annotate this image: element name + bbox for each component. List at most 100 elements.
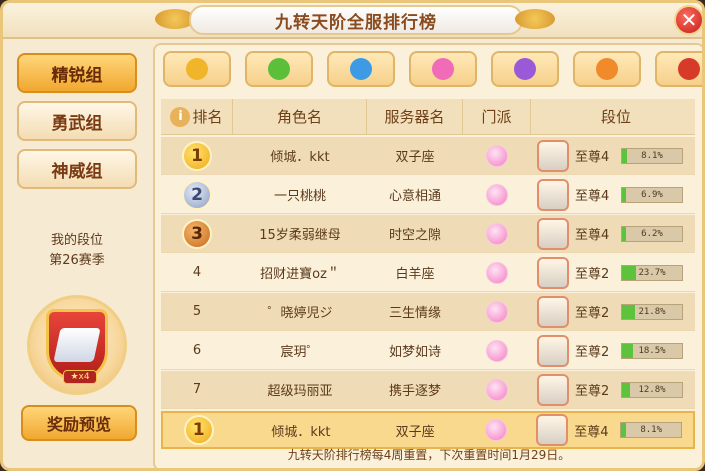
tier-progress-bar: 18.5% [621, 342, 683, 359]
sect-orb-icon [486, 222, 508, 245]
player-name: 15岁柔弱继母 [259, 228, 341, 243]
sect-cell [463, 176, 531, 213]
tier-cell: 至尊4 8.1% [531, 137, 695, 174]
sect-orb-icon [486, 339, 508, 362]
table-row[interactable]: 7 超级玛丽亚 携手逐梦 至尊2 12.8% [161, 371, 695, 409]
server-name: 白羊座 [395, 267, 435, 282]
sect-orb-icon [486, 144, 508, 167]
player-name: 超级玛丽亚 [267, 384, 333, 399]
table-row[interactable]: 2 一只桃桃 心意相通 至尊4 6.9% [161, 176, 695, 214]
tier-progress-bar: 12.8% [621, 381, 683, 398]
leaderboard-window: 九转天阶全服排行榜 ✕ 精锐组 勇武组 神威组 我的段位 第26赛季 ★x4 奖… [0, 0, 705, 471]
tier-progress-text: 6.9% [641, 189, 663, 200]
page-title: 九转天阶全服排行榜 [275, 12, 437, 33]
tier-progress-text: 23.7% [638, 267, 666, 278]
sect-orb-icon [486, 300, 508, 323]
tier-emblem-icon [537, 373, 569, 406]
player-name: 倾城．kkt [271, 424, 331, 440]
tier-emblem-icon [537, 139, 569, 172]
red-beast-icon [678, 58, 700, 80]
header-server: 服务器名 [367, 99, 463, 134]
faction-tab-5[interactable] [491, 51, 559, 87]
rank-cell: 2 [161, 176, 233, 213]
server-name: 双子座 [395, 150, 435, 165]
tier-progress-bar: 21.8% [621, 303, 683, 320]
tier-emblem-icon [537, 178, 569, 211]
tier-cell: 至尊2 21.8% [531, 293, 695, 330]
sect-orb-icon [486, 261, 508, 284]
header-rank: i 排名 [161, 99, 233, 134]
tier-cell: 至尊2 12.8% [531, 371, 695, 408]
group-tab-divine[interactable]: 神威组 [17, 149, 137, 189]
server-name: 心意相通 [388, 189, 441, 204]
tier-progress-text: 6.2% [641, 228, 663, 239]
tier-name: 至尊4 [575, 150, 610, 165]
faction-tab-1[interactable] [163, 51, 231, 87]
table-row[interactable]: 6 宸玥゜ 如梦如诗 至尊2 18.5% [161, 332, 695, 370]
tier-progress-bar: 6.9% [621, 186, 683, 203]
tier-emblem-icon [537, 217, 569, 250]
tier-emblem-icon [536, 414, 569, 446]
sect-orb-icon [485, 419, 508, 441]
tier-cell: 至尊4 8.1% [530, 413, 693, 447]
header-tier: 段位 [600, 108, 631, 126]
title-ornament-right [515, 9, 555, 29]
tier-cell: 至尊2 23.7% [531, 254, 695, 291]
left-panel: 精锐组 勇武组 神威组 我的段位 第26赛季 ★x4 奖励预览 [15, 49, 143, 449]
sect-orb-icon [486, 183, 508, 206]
rank-cell: 7 [192, 382, 202, 397]
table-row[interactable]: 4 招财进寶oz＂ 白羊座 至尊2 23.7% [161, 254, 695, 292]
tier-name: 至尊4 [575, 228, 610, 243]
server-name: 如梦如诗 [388, 345, 441, 360]
tier-progress-bar: 6.2% [621, 225, 683, 242]
faction-tab-2[interactable] [245, 51, 313, 87]
tier-progress-bar: 8.1% [620, 422, 683, 438]
ranking-panel: i 排名 角色名 服务器名 门派 段位 1 倾城．kkt 双子座 至尊4 8.1% 2 一只… [153, 43, 702, 468]
tier-name: 至尊2 [575, 345, 610, 360]
star-count: ★x4 [63, 370, 97, 384]
tier-name: 至尊4 [574, 424, 609, 440]
gold-swirl-icon [186, 58, 208, 80]
tier-progress-text: 8.1% [640, 425, 663, 435]
header-name: 角色名 [233, 99, 367, 134]
self-rank-row[interactable]: 1 倾城．kkt 双子座 至尊4 8.1% [161, 411, 695, 449]
tier-name: 至尊2 [575, 267, 610, 282]
tier-emblem-icon [537, 334, 569, 367]
tier-name: 至尊2 [575, 384, 610, 399]
group-tab-elite[interactable]: 精锐组 [17, 53, 137, 93]
player-name: 宸玥゜ [280, 345, 320, 360]
tier-progress-bar: 23.7% [621, 264, 683, 281]
my-rank-badge: ★x4 [27, 295, 127, 395]
table-row[interactable]: 3 15岁柔弱继母 时空之隙 至尊4 6.2% [161, 215, 695, 253]
player-name: ゜晓婷児ジ [267, 306, 333, 321]
faction-tab-6[interactable] [573, 51, 641, 87]
faction-tab-3[interactable] [327, 51, 395, 87]
player-name: 招财进寶oz＂ [260, 267, 340, 282]
sect-cell [463, 254, 531, 291]
faction-tab-4[interactable] [409, 51, 477, 87]
header-sect: 门派 [463, 99, 531, 134]
sect-cell [463, 215, 531, 252]
title-bar: 九转天阶全服排行榜 ✕ [3, 3, 702, 39]
my-rank-info: 我的段位 第26赛季 [15, 231, 139, 271]
reset-notice: 九转天阶排行榜每4周重置，下次重置时间1月29日。 [287, 448, 571, 462]
faction-tab-7[interactable] [655, 51, 702, 87]
tier-name: 至尊2 [575, 306, 610, 321]
silver-medal-icon: 2 [182, 179, 212, 210]
server-name: 三生情缘 [388, 306, 441, 321]
info-icon[interactable]: i [170, 106, 191, 127]
tier-shield-icon: ★x4 [46, 309, 108, 384]
tier-progress-text: 8.1% [641, 150, 663, 161]
reward-preview-button[interactable]: 奖励预览 [21, 405, 137, 441]
group-tab-brave[interactable]: 勇武组 [17, 101, 137, 141]
table-row[interactable]: 5 ゜晓婷児ジ 三生情缘 至尊2 21.8% [161, 293, 695, 331]
rank-cell: 3 [161, 215, 233, 252]
close-button[interactable]: ✕ [674, 5, 702, 35]
blue-wave-icon [350, 58, 372, 80]
green-leaf-icon [268, 58, 290, 80]
table-row[interactable]: 1 倾城．kkt 双子座 至尊4 8.1% [161, 137, 695, 175]
tier-progress-text: 12.8% [638, 384, 666, 395]
tier-cell: 至尊4 6.2% [531, 215, 695, 252]
bronze-medal-icon: 3 [182, 218, 212, 249]
gold-medal-icon: 1 [183, 415, 214, 445]
